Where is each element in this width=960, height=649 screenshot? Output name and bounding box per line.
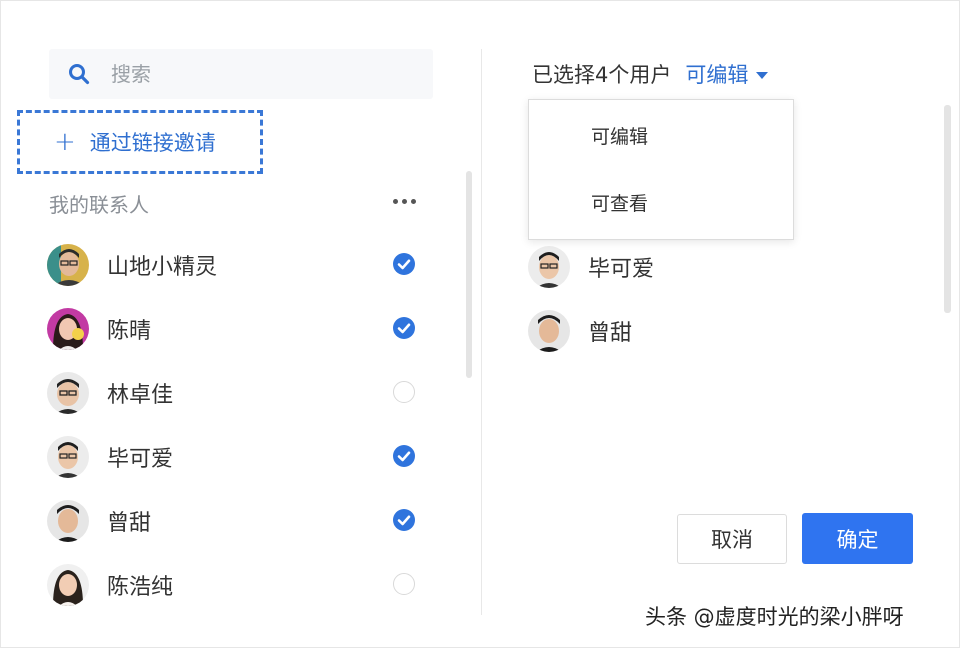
more-options-icon[interactable]: [387, 187, 421, 215]
permission-menu: 可编辑 可查看: [528, 99, 794, 240]
checked-icon[interactable]: [393, 509, 415, 531]
contact-row[interactable]: 陈浩纯: [47, 553, 427, 617]
contact-list: 山地小精灵 陈晴 林卓佳 毕可爱 曾甜 陈浩纯: [47, 233, 427, 617]
contact-row[interactable]: 毕可爱: [47, 425, 427, 489]
caret-down-icon: [756, 65, 769, 84]
search-input[interactable]: [111, 62, 411, 86]
unchecked-icon[interactable]: [393, 381, 415, 403]
invite-link-label: 通过链接邀请: [89, 131, 216, 155]
checked-icon[interactable]: [393, 253, 415, 275]
contact-name: 山地小精灵: [107, 255, 218, 280]
contacts-header: 我的联系人: [49, 187, 421, 217]
contacts-panel: + 通过链接邀请 我的联系人: [1, 1, 481, 649]
avatar: [528, 246, 570, 288]
avatar: [47, 372, 89, 414]
contact-row[interactable]: 山地小精灵: [47, 233, 427, 297]
contact-name: 林卓佳: [107, 383, 174, 408]
contacts-scrollbar[interactable]: [466, 171, 472, 378]
confirm-button[interactable]: 确定: [802, 513, 913, 564]
selected-scrollbar[interactable]: [944, 105, 951, 313]
unchecked-icon[interactable]: [393, 573, 415, 595]
menu-item-label: 可查看: [591, 192, 649, 215]
list-item: 毕可爱: [528, 235, 908, 299]
selected-count: 已选择4个用户: [532, 63, 672, 87]
avatar: [47, 564, 89, 606]
menu-item-view[interactable]: 可查看: [529, 177, 793, 227]
avatar: [47, 436, 89, 478]
avatar: [47, 500, 89, 542]
menu-item-label: 可编辑: [591, 125, 649, 148]
invite-link-button[interactable]: + 通过链接邀请: [17, 110, 263, 174]
search-box[interactable]: [49, 49, 433, 99]
contact-name: 毕可爱: [107, 447, 174, 472]
search-icon: [67, 62, 91, 86]
plus-icon: +: [54, 127, 76, 157]
contact-row[interactable]: 陈晴: [47, 297, 427, 361]
selected-name: 毕可爱: [588, 257, 655, 282]
contact-name: 陈晴: [107, 319, 152, 344]
checked-icon[interactable]: [393, 317, 415, 339]
share-dialog: + 通过链接邀请 我的联系人: [0, 0, 960, 648]
avatar: [528, 310, 570, 352]
contact-row[interactable]: 林卓佳: [47, 361, 427, 425]
list-item: 曾甜: [528, 299, 908, 363]
contact-name: 陈浩纯: [107, 575, 174, 600]
menu-item-edit[interactable]: 可编辑: [529, 110, 793, 160]
avatar: [47, 244, 89, 286]
selected-name: 曾甜: [588, 321, 633, 346]
selected-header: 已选择4个用户 可编辑: [532, 59, 769, 89]
avatar: [47, 308, 89, 350]
contacts-title: 我的联系人: [49, 193, 149, 217]
watermark-text: 头条 @虚度时光的梁小胖呀: [645, 605, 904, 629]
contact-row[interactable]: 曾甜: [47, 489, 427, 553]
contact-name: 曾甜: [107, 511, 152, 536]
permission-dropdown-toggle[interactable]: 可编辑: [685, 59, 769, 89]
selected-panel: 已选择4个用户 可编辑 可编辑 可查看 毕可爱 曾甜 取消 确定: [482, 1, 960, 649]
permission-label: 可编辑: [685, 63, 749, 87]
cancel-button[interactable]: 取消: [677, 514, 787, 564]
checked-icon[interactable]: [393, 445, 415, 467]
